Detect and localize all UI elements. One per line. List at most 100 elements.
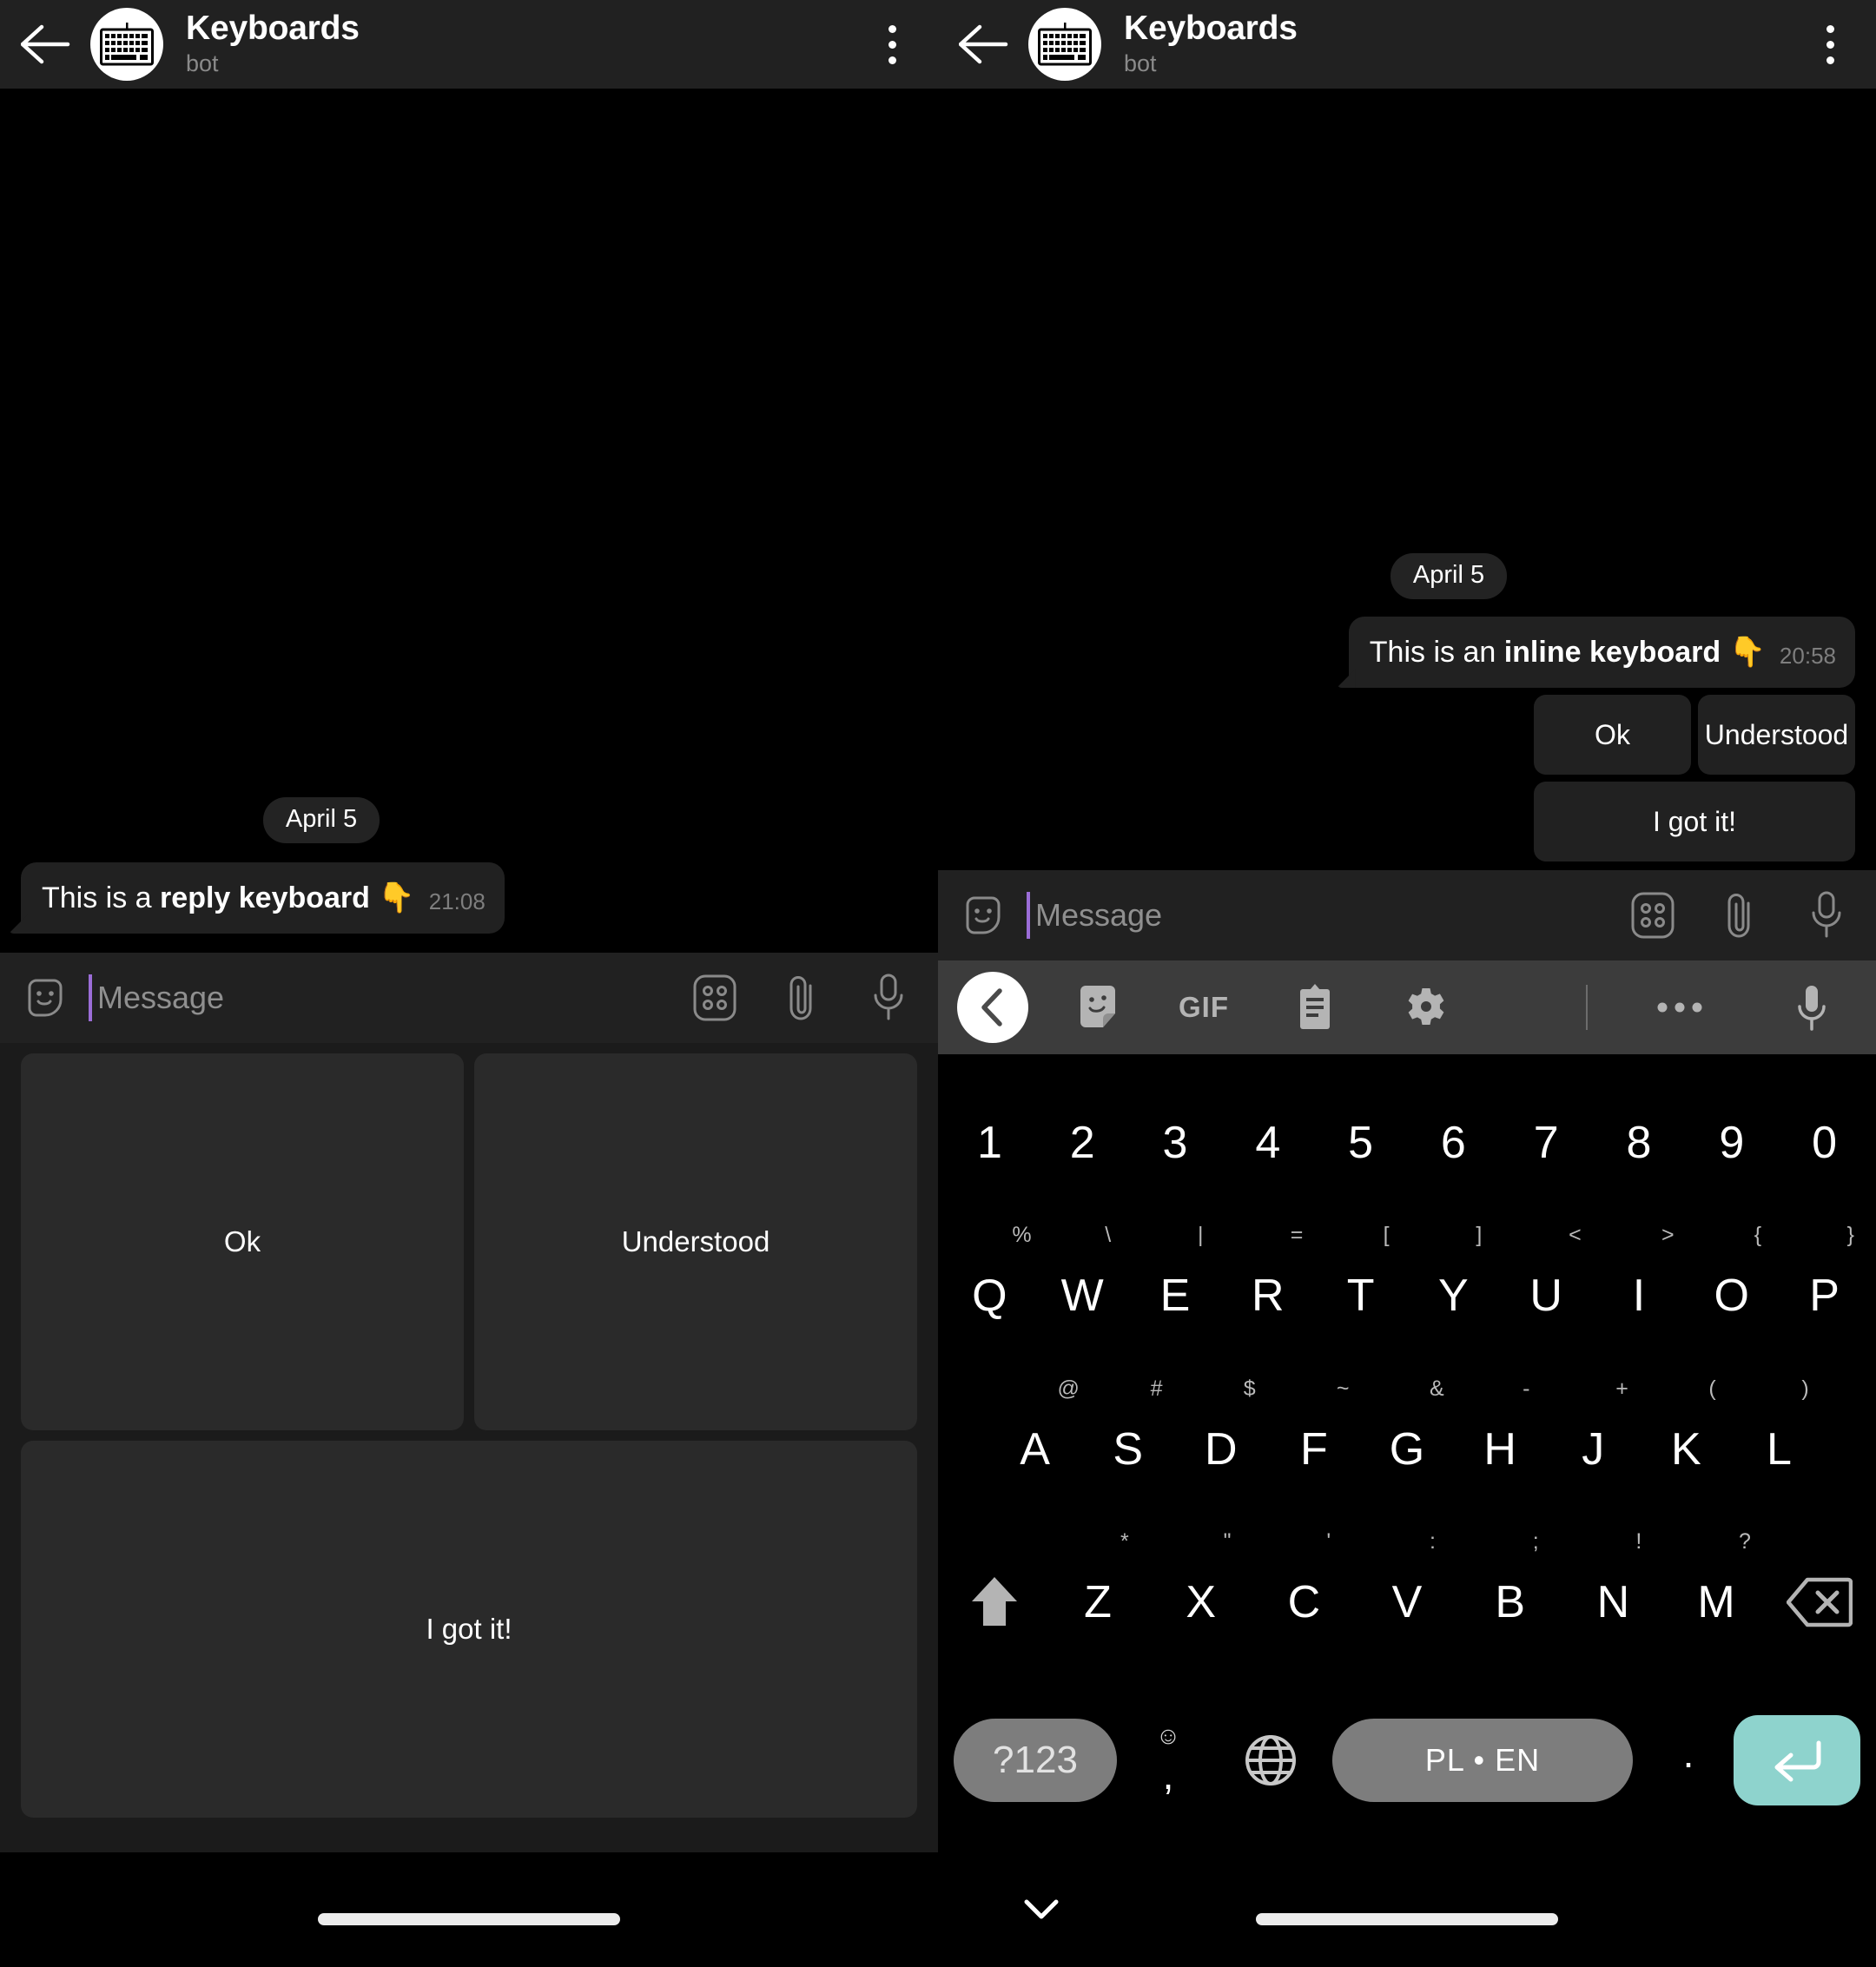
home-indicator-pill[interactable] bbox=[318, 1913, 620, 1925]
inline-button-ok[interactable]: Ok bbox=[1534, 695, 1691, 776]
key-x-main: X bbox=[1186, 1576, 1217, 1627]
keyboard-qwerty-row: % Q \ W | E = R [T ] Y < U > I {O } P bbox=[943, 1219, 1871, 1372]
key-5[interactable]: 5 bbox=[1314, 1066, 1407, 1219]
header-text-block[interactable]: Keyboards bot bbox=[1124, 10, 1807, 77]
key-s[interactable]: # S bbox=[1081, 1373, 1174, 1526]
message-bubble[interactable]: This is an inline keyboard 👇 20:58 bbox=[1348, 616, 1855, 689]
key-m-sub: ? bbox=[1739, 1528, 1751, 1554]
key-y[interactable]: ] Y bbox=[1407, 1219, 1500, 1372]
paperclip-icon[interactable] bbox=[1716, 892, 1763, 939]
bot-command-grid-icon[interactable] bbox=[1629, 892, 1676, 939]
key-b-main: B bbox=[1495, 1576, 1526, 1627]
key-d[interactable]: $ D bbox=[1174, 1373, 1267, 1526]
backspace-icon[interactable] bbox=[1767, 1526, 1871, 1679]
period-key[interactable]: . bbox=[1643, 1719, 1734, 1802]
key-o[interactable]: {O bbox=[1685, 1219, 1778, 1372]
text-cursor bbox=[1027, 892, 1030, 940]
key-g-main: G bbox=[1389, 1423, 1425, 1475]
key-4[interactable]: 4 bbox=[1221, 1066, 1314, 1219]
microphone-icon[interactable] bbox=[1803, 891, 1850, 939]
key-1[interactable]: 1 bbox=[943, 1066, 1036, 1219]
key-x[interactable]: " X bbox=[1149, 1526, 1252, 1679]
header-text-block[interactable]: Keyboards bot bbox=[186, 10, 869, 77]
key-j-sub: + bbox=[1615, 1376, 1628, 1401]
key-2[interactable]: 2 bbox=[1036, 1066, 1129, 1219]
key-7[interactable]: 7 bbox=[1500, 1066, 1593, 1219]
gear-icon[interactable] bbox=[1388, 972, 1464, 1043]
home-indicator-pill[interactable] bbox=[1256, 1913, 1558, 1925]
key-z[interactable]: * Z bbox=[1047, 1526, 1150, 1679]
key-r[interactable]: = R bbox=[1221, 1219, 1314, 1372]
clipboard-icon[interactable] bbox=[1277, 972, 1353, 1043]
key-y-main: Y bbox=[1438, 1271, 1469, 1322]
sticker-icon[interactable] bbox=[1060, 972, 1136, 1043]
key-t[interactable]: [T bbox=[1314, 1219, 1407, 1372]
message-bubble[interactable]: This is a reply keyboard 👇 21:08 bbox=[21, 861, 505, 934]
key-j[interactable]: + J bbox=[1547, 1373, 1640, 1526]
key-f-main: F bbox=[1300, 1423, 1328, 1475]
key-0[interactable]: 0 bbox=[1778, 1066, 1871, 1219]
key-n[interactable]: ! N bbox=[1562, 1526, 1665, 1679]
key-g[interactable]: & G bbox=[1360, 1373, 1453, 1526]
kebab-menu-icon[interactable] bbox=[869, 14, 915, 75]
key-q[interactable]: % Q bbox=[943, 1219, 1036, 1372]
paperclip-icon[interactable] bbox=[778, 974, 825, 1021]
globe-icon[interactable] bbox=[1219, 1719, 1322, 1802]
key-c[interactable]: ' C bbox=[1252, 1526, 1356, 1679]
inline-button-understood[interactable]: Understood bbox=[1698, 695, 1855, 776]
bot-command-grid-icon[interactable] bbox=[691, 974, 738, 1021]
chevron-left-icon[interactable] bbox=[957, 972, 1028, 1044]
key-6[interactable]: 6 bbox=[1407, 1066, 1500, 1219]
key-9[interactable]: 9 bbox=[1685, 1066, 1778, 1219]
sticker-smiley-icon[interactable] bbox=[959, 891, 1007, 940]
more-dots-icon[interactable] bbox=[1642, 972, 1718, 1043]
key-p[interactable]: } P bbox=[1778, 1219, 1871, 1372]
inline-button-i-got-it[interactable]: I got it! bbox=[1534, 782, 1855, 862]
key-b[interactable]: ; B bbox=[1458, 1526, 1562, 1679]
key-u[interactable]: < U bbox=[1500, 1219, 1593, 1372]
microphone-icon[interactable] bbox=[1774, 972, 1850, 1043]
symbols-key[interactable]: ?123 bbox=[954, 1718, 1117, 1802]
key-h[interactable]: -H bbox=[1454, 1373, 1547, 1526]
reply-button-i-got-it[interactable]: I got it! bbox=[21, 1441, 917, 1818]
system-navigation-bar bbox=[0, 1852, 938, 1967]
key-l[interactable]: ) L bbox=[1733, 1373, 1826, 1526]
space-key[interactable]: PL • EN bbox=[1332, 1718, 1633, 1802]
key-w[interactable]: \ W bbox=[1036, 1219, 1129, 1372]
key-v[interactable]: :V bbox=[1356, 1526, 1459, 1679]
comma-key[interactable]: ☺ , bbox=[1117, 1719, 1219, 1802]
keyboard-avatar-icon[interactable] bbox=[1028, 8, 1101, 81]
key-d-main: D bbox=[1204, 1423, 1238, 1475]
chat-header: Keyboards bot bbox=[0, 0, 938, 89]
message-input-bar: Message bbox=[0, 953, 938, 1043]
gif-icon[interactable]: GIF bbox=[1166, 972, 1242, 1043]
page-title: Keyboards bbox=[186, 10, 360, 47]
key-f[interactable]: ~ F bbox=[1267, 1373, 1360, 1526]
shift-icon[interactable] bbox=[943, 1526, 1047, 1679]
sticker-smiley-icon[interactable] bbox=[21, 974, 69, 1022]
kebab-menu-icon[interactable] bbox=[1807, 14, 1853, 75]
enter-icon[interactable] bbox=[1734, 1714, 1860, 1805]
microphone-icon[interactable] bbox=[865, 974, 912, 1021]
reply-button-understood[interactable]: Understood bbox=[474, 1053, 917, 1430]
reply-button-ok[interactable]: Ok bbox=[21, 1053, 464, 1430]
keyboard-zxcv-row: * Z " X ' C :V ; B ! N ? M bbox=[943, 1526, 1871, 1679]
back-arrow-icon[interactable] bbox=[957, 17, 1011, 71]
keyboard-bottom-row: ?123 ☺ , PL • EN . bbox=[943, 1679, 1871, 1845]
key-m[interactable]: ? M bbox=[1665, 1526, 1768, 1679]
chevron-down-icon[interactable] bbox=[1018, 1886, 1065, 1933]
date-chip: April 5 bbox=[262, 796, 380, 843]
key-i[interactable]: > I bbox=[1593, 1219, 1686, 1372]
key-p-main: P bbox=[1809, 1271, 1840, 1322]
emoji-icon: ☺ bbox=[1155, 1721, 1181, 1749]
key-a[interactable]: @ A bbox=[988, 1373, 1081, 1526]
key-8[interactable]: 8 bbox=[1593, 1066, 1686, 1219]
search-input[interactable]: Message bbox=[97, 982, 691, 1013]
key-3[interactable]: 3 bbox=[1129, 1066, 1222, 1219]
keyboard-avatar-icon[interactable] bbox=[90, 8, 163, 81]
key-e[interactable]: | E bbox=[1129, 1219, 1222, 1372]
key-k[interactable]: (K bbox=[1640, 1373, 1733, 1526]
back-arrow-icon[interactable] bbox=[19, 17, 73, 71]
search-input[interactable]: Message bbox=[1035, 900, 1629, 931]
chat-message-area: April 5 This is an inline keyboard 👇 20:… bbox=[938, 89, 1876, 871]
